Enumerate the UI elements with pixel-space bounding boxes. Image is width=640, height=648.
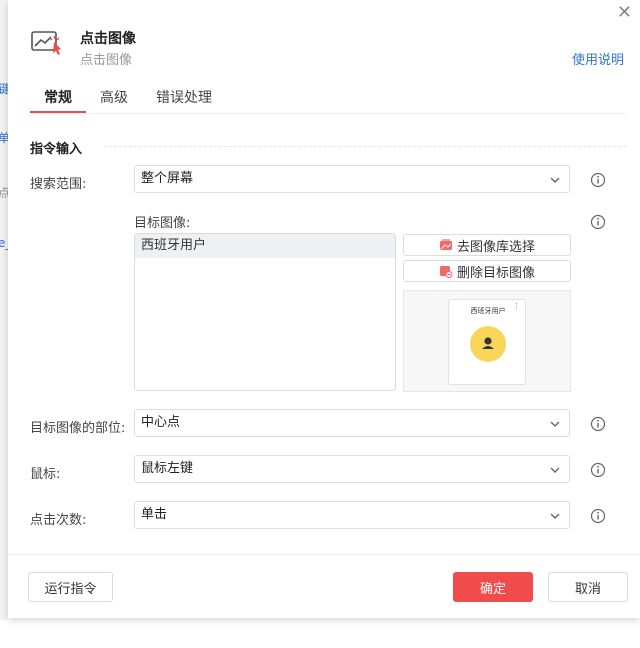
tab-advanced[interactable]: 高级 bbox=[100, 87, 128, 107]
dialog-subtitle: 点击图像 bbox=[80, 53, 133, 68]
image-position-label: 目标图像的部位: bbox=[30, 421, 126, 436]
delete-image-icon bbox=[439, 265, 453, 278]
click-count-select[interactable]: 单击 bbox=[134, 501, 570, 529]
section-title: 指令输入 bbox=[30, 142, 83, 157]
avatar bbox=[470, 326, 506, 362]
run-command-button[interactable]: 运行指令 bbox=[28, 572, 113, 602]
search-scope-label: 搜索范围: bbox=[30, 177, 87, 192]
close-icon[interactable]: ✕ bbox=[617, 4, 632, 22]
confirm-button[interactable]: 确定 bbox=[453, 572, 533, 602]
cancel-button[interactable]: 取消 bbox=[548, 572, 628, 602]
target-image-label: 目标图像: bbox=[134, 216, 191, 231]
preview-card: 西班牙用户 ⋮ bbox=[448, 299, 526, 385]
more-icon: ⋮ bbox=[513, 302, 520, 310]
chevron-down-icon bbox=[550, 467, 560, 473]
tab-error-handling[interactable]: 错误处理 bbox=[156, 87, 212, 107]
target-image-list[interactable]: 西班牙用户 bbox=[134, 233, 396, 391]
pick-from-library-label: 去图像库选择 bbox=[456, 239, 535, 255]
mouse-button-value: 鼠标左键 bbox=[141, 461, 194, 476]
tab-general[interactable]: 常规 bbox=[44, 87, 72, 107]
image-position-value: 中心点 bbox=[141, 415, 181, 430]
section-divider bbox=[104, 146, 626, 147]
chevron-down-icon bbox=[550, 421, 560, 427]
chevron-down-icon bbox=[550, 177, 560, 183]
image-library-icon bbox=[439, 239, 452, 250]
mouse-button-label: 鼠标: bbox=[30, 467, 61, 482]
active-tab-indicator bbox=[30, 111, 86, 113]
background-window-strip: 键 单 点 e_ bbox=[0, 0, 11, 620]
info-icon[interactable] bbox=[590, 214, 606, 230]
click-image-dialog: ✕ 点击图像 点击图像 使用说明 常规 高级 错误处理 指令输入 搜索范围: 整… bbox=[8, 0, 640, 618]
click-count-value: 单击 bbox=[141, 507, 168, 522]
dialog-title: 点击图像 bbox=[80, 31, 136, 47]
info-icon[interactable] bbox=[590, 508, 606, 524]
user-icon bbox=[482, 337, 494, 349]
search-scope-select[interactable]: 整个屏幕 bbox=[134, 165, 570, 193]
chevron-down-icon bbox=[550, 513, 560, 519]
search-scope-value: 整个屏幕 bbox=[141, 171, 194, 186]
help-link[interactable]: 使用说明 bbox=[572, 49, 624, 68]
delete-target-image-label: 删除目标图像 bbox=[456, 265, 535, 281]
info-icon[interactable] bbox=[590, 416, 606, 432]
list-item[interactable]: 西班牙用户 bbox=[135, 234, 395, 258]
footer-divider bbox=[8, 554, 640, 555]
pick-from-library-button[interactable]: 去图像库选择 bbox=[403, 234, 571, 256]
image-position-select[interactable]: 中心点 bbox=[134, 409, 570, 437]
mouse-button-select[interactable]: 鼠标左键 bbox=[134, 455, 570, 483]
image-click-icon bbox=[31, 31, 61, 55]
tab-bar: 常规 高级 错误处理 bbox=[30, 87, 626, 114]
image-preview: 西班牙用户 ⋮ bbox=[403, 290, 571, 392]
delete-target-image-button[interactable]: 删除目标图像 bbox=[403, 260, 571, 282]
info-icon[interactable] bbox=[590, 462, 606, 478]
click-count-label: 点击次数: bbox=[30, 513, 87, 528]
info-icon[interactable] bbox=[590, 172, 606, 188]
